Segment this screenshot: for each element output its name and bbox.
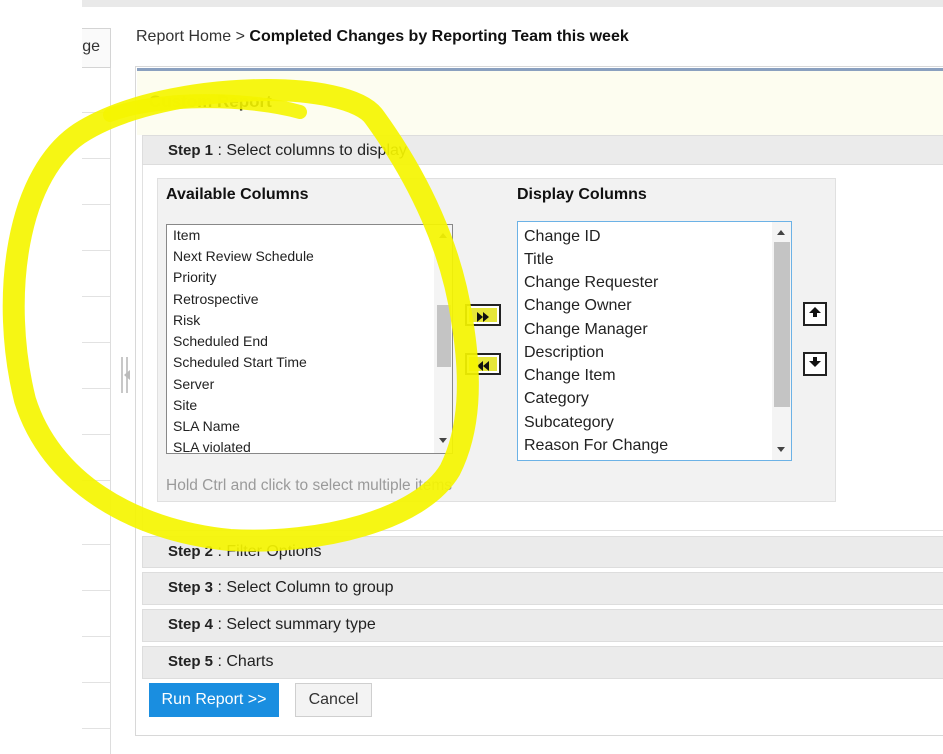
step-4-header[interactable]: Step 4 : Select summary type (142, 609, 943, 642)
step-1-number: Step 1 (168, 142, 214, 159)
scroll-up-icon[interactable] (439, 233, 447, 238)
list-item[interactable]: Item (173, 227, 200, 243)
list-item[interactable]: Retrospective (173, 291, 259, 307)
step-2-header[interactable]: Step 2 : Filter Options (142, 536, 943, 568)
list-item[interactable]: SLA violated (173, 439, 251, 453)
remove-column-button[interactable] (465, 353, 501, 375)
nav-divider (82, 204, 110, 205)
left-nav-pane (82, 28, 111, 754)
list-item[interactable]: Title (524, 251, 554, 269)
step-4-label: : Select summary type (217, 616, 376, 633)
nav-divider (82, 112, 110, 113)
available-columns-list[interactable]: Item Next Review Schedule Priority Retro… (166, 224, 453, 454)
nav-divider (82, 342, 110, 343)
step-5-label: : Charts (217, 653, 274, 670)
move-up-button[interactable] (803, 302, 827, 326)
list-item[interactable]: Priority (173, 269, 217, 285)
list-item[interactable]: Reason For Change (524, 437, 668, 455)
breadcrumb: Report Home > Completed Changes by Repor… (136, 28, 629, 46)
breadcrumb-separator: > (235, 28, 245, 45)
step-5-number: Step 5 (168, 653, 214, 670)
step-4-number: Step 4 (168, 616, 214, 633)
nav-divider (82, 434, 110, 435)
left-nav-tab-label: ge (82, 38, 100, 55)
list-item[interactable]: Next Review Schedule (173, 248, 314, 264)
list-item[interactable]: Server (173, 376, 214, 392)
double-left-arrow-icon (469, 357, 497, 371)
nav-divider (82, 682, 110, 683)
step-1-label: : Select columns to display (217, 142, 407, 159)
scroll-down-icon[interactable] (777, 447, 785, 452)
nav-divider (82, 480, 110, 481)
breadcrumb-current: Completed Changes by Reporting Team this… (249, 28, 629, 45)
nav-divider (82, 296, 110, 297)
move-down-button[interactable] (803, 352, 827, 376)
report-title: Custom Report (149, 92, 272, 111)
display-columns-heading: Display Columns (517, 186, 647, 203)
available-columns-scrollbar[interactable] (434, 225, 452, 453)
step-5-header[interactable]: Step 5 : Charts (142, 646, 943, 679)
list-item[interactable]: Change Item (524, 367, 616, 385)
list-item[interactable]: Site (173, 397, 197, 413)
list-item[interactable]: Scheduled Start Time (173, 354, 307, 370)
nav-divider (82, 636, 110, 637)
list-item[interactable]: Change Manager (524, 321, 648, 339)
nav-divider (82, 728, 110, 729)
list-item[interactable]: Change ID (524, 228, 601, 246)
list-item[interactable]: Category (524, 390, 589, 408)
list-item[interactable]: SLA Name (173, 418, 240, 434)
breadcrumb-home[interactable]: Report Home (136, 28, 231, 45)
nav-divider (82, 158, 110, 159)
list-item[interactable]: Description (524, 344, 604, 362)
list-item[interactable]: Change Requester (524, 274, 658, 292)
multi-select-hint: Hold Ctrl and click to select multiple i… (166, 477, 452, 494)
nav-divider (82, 544, 110, 545)
list-item[interactable]: Risk (173, 312, 200, 328)
scroll-up-icon[interactable] (777, 230, 785, 235)
step-2-label: : Filter Options (217, 543, 322, 560)
list-item[interactable]: Scheduled End (173, 333, 268, 349)
add-column-button[interactable] (465, 304, 501, 326)
step-1-header[interactable]: Step 1 : Select columns to display (142, 135, 943, 165)
step-2-number: Step 2 (168, 543, 214, 560)
cancel-button[interactable]: Cancel (295, 683, 372, 717)
step-3-label: : Select Column to group (217, 579, 394, 596)
display-columns-scrollbar[interactable] (772, 222, 791, 460)
available-columns-heading: Available Columns (166, 186, 309, 203)
top-bar (82, 0, 943, 7)
nav-divider (82, 250, 110, 251)
double-right-arrow-icon (469, 308, 497, 322)
display-columns-list[interactable]: Change ID Title Change Requester Change … (517, 221, 792, 461)
list-item[interactable]: Subcategory (524, 414, 614, 432)
collapse-handle-icon[interactable] (121, 357, 133, 393)
nav-divider (82, 388, 110, 389)
step-3-number: Step 3 (168, 579, 214, 596)
step-3-header[interactable]: Step 3 : Select Column to group (142, 572, 943, 605)
nav-divider (82, 590, 110, 591)
scroll-thumb[interactable] (437, 305, 451, 367)
list-item[interactable]: Change Owner (524, 297, 632, 315)
left-nav-tab[interactable]: ge (82, 28, 111, 68)
scroll-thumb[interactable] (774, 242, 790, 407)
run-report-button[interactable]: Run Report >> (149, 683, 279, 717)
scroll-down-icon[interactable] (439, 438, 447, 443)
